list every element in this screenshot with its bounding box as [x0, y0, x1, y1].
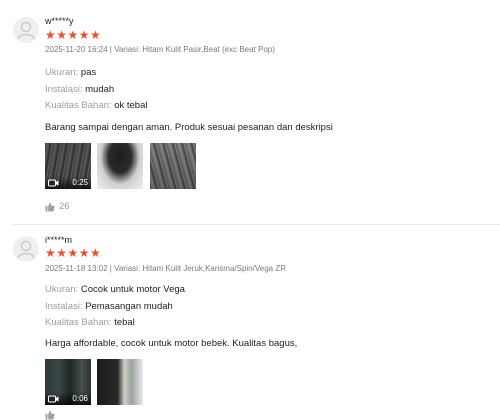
attribute-installation: Instalasi: mudah — [45, 84, 114, 95]
attribute-quality: Kualitas Bahan: ok tebal — [45, 100, 147, 111]
avatar-placeholder-icon — [17, 21, 35, 40]
attribute-value: mudah — [85, 84, 115, 95]
review-image-thumbnail[interactable] — [150, 143, 196, 189]
attribute-label: Instalasi: — [45, 301, 86, 312]
review-image-thumbnail[interactable] — [97, 143, 143, 189]
attribute-value: ok tebal — [114, 100, 148, 111]
attribute-size: Ukuran: pas — [45, 67, 96, 78]
like-count: 26 — [59, 201, 70, 212]
avatar[interactable] — [13, 236, 39, 262]
attribute-value: Pemasangan mudah — [85, 301, 173, 312]
attribute-label: Kualitas Bahan: — [45, 317, 115, 328]
review-image-thumbnail[interactable] — [97, 359, 143, 405]
attribute-value: pas — [80, 67, 97, 78]
review-divider — [13, 224, 500, 225]
attribute-installation: Instalasi: Pemasangan mudah — [45, 301, 173, 312]
attribute-label: Instalasi: — [45, 84, 86, 95]
attribute-label: Kualitas Bahan: — [45, 100, 115, 111]
rating-stars: ★★★★★ — [45, 246, 102, 260]
review-meta: 2025-11-18 13:02 | Variasi: Hitam Kulit … — [45, 264, 287, 273]
avatar[interactable] — [13, 17, 39, 43]
like-button[interactable] — [45, 410, 55, 420]
thumbs-up-icon — [45, 202, 55, 211]
video-camera-icon — [48, 179, 59, 187]
review-comment: Harga affordable, cocok untuk motor bebe… — [45, 338, 298, 349]
attribute-value: Cocok untuk motor Vega — [80, 284, 185, 295]
reviewer-username: i*****m — [45, 235, 73, 245]
video-duration: 0:25 — [72, 178, 88, 187]
attribute-size: Ukuran: Cocok untuk motor Vega — [45, 284, 185, 295]
review-video-thumbnail[interactable]: 0:25 — [45, 143, 91, 189]
video-camera-icon — [48, 395, 59, 403]
reviewer-username: w*****y — [45, 16, 74, 26]
video-duration: 0:06 — [72, 394, 88, 403]
like-button[interactable]: 26 — [45, 201, 70, 212]
review-meta: 2025-11-20 16:24 | Variasi: Hitam Kulit … — [45, 45, 275, 54]
attribute-label: Ukuran: — [45, 284, 81, 295]
review-comment: Barang sampai dengan aman. Produk sesuai… — [45, 122, 333, 133]
avatar-placeholder-icon — [17, 240, 35, 259]
attribute-label: Ukuran: — [45, 67, 81, 78]
rating-stars: ★★★★★ — [45, 28, 102, 42]
thumbs-up-icon — [45, 410, 55, 420]
attribute-quality: Kualitas Bahan: tebal — [45, 317, 135, 328]
attribute-value: tebal — [114, 317, 135, 328]
review-video-thumbnail[interactable]: 0:06 — [45, 359, 91, 405]
